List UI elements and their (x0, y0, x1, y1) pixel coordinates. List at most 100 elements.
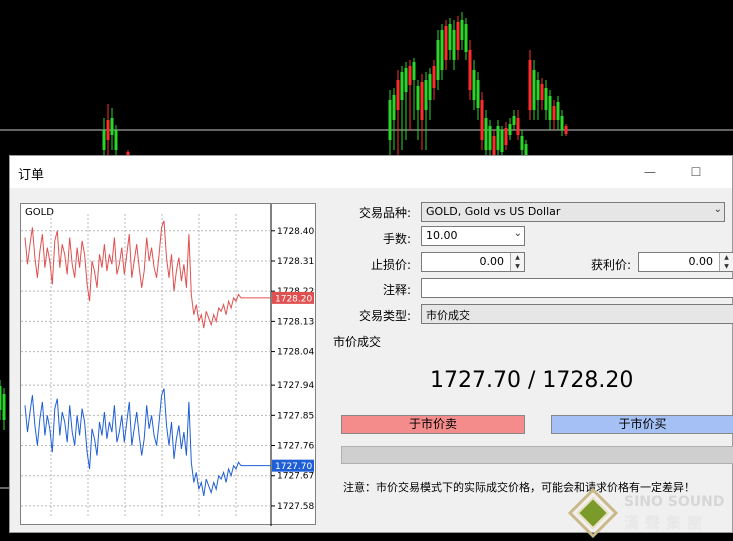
candle (0, 380, 2, 420)
comment-label: 注释: (382, 283, 411, 297)
candle (106, 104, 110, 160)
chevron-down-icon: ⌄ (713, 204, 722, 215)
market-execution-title: 市价成交 (333, 335, 382, 349)
order-type-dropdown[interactable]: 市价成交 (421, 304, 733, 324)
candle (444, 20, 448, 70)
ask-price: 1728.20 (542, 368, 634, 393)
stop-loss-value: 0.00 (479, 255, 505, 268)
title-bar: 订单 — ☐ (10, 156, 732, 188)
stop-loss-field[interactable]: 0.00 ▲ ▼ (421, 252, 525, 272)
price-display: 1727.70 / 1728.20 (430, 368, 633, 393)
sell-by-market-button[interactable]: 于市价卖 (341, 415, 525, 434)
diamond-logo-icon (568, 488, 618, 538)
ask-price-marker: 1728.20 (241, 291, 314, 304)
symbol-value: GOLD, Gold vs US Dollar (426, 205, 561, 218)
chevron-down-icon: ⌄ (513, 228, 522, 239)
take-profit-field[interactable]: 0.00 ▲ ▼ (638, 252, 733, 272)
tick-label: 1728.13 (277, 317, 314, 327)
price-marker-label: 1727.70 (275, 462, 312, 472)
candle (532, 60, 536, 120)
symbol-dropdown[interactable]: GOLD, Gold vs US Dollar ⌄ (421, 202, 725, 222)
candle (564, 124, 568, 136)
buy-by-market-button[interactable]: 于市价买 (551, 415, 733, 434)
candle (556, 96, 560, 130)
candle (436, 30, 440, 90)
candle (456, 16, 460, 60)
tick-label: 1727.76 (277, 442, 314, 452)
candle (440, 24, 444, 80)
candle (472, 60, 476, 110)
tick-label: 1728.31 (277, 257, 314, 267)
candle (548, 90, 552, 130)
bid-series-line (24, 388, 242, 496)
minimize-icon[interactable]: — (640, 162, 660, 182)
symbol-label: 交易品种: (358, 206, 411, 220)
order-type-value: 市价成交 (426, 309, 470, 322)
order-dialog: 订单 — ☐ GOLD 1728.401728.311728.221728.13… (9, 155, 733, 533)
watermark-text-cn: 漢聲集團 (624, 514, 709, 532)
candle (504, 122, 508, 150)
ask-series-line (24, 220, 242, 329)
candle (392, 88, 396, 150)
candle (432, 60, 436, 100)
candle (448, 18, 452, 60)
candle (110, 108, 114, 150)
volume-field[interactable]: 10.00 ⌄ (421, 226, 525, 246)
candle (400, 66, 404, 150)
spinner-icon[interactable]: ▲ ▼ (719, 253, 733, 271)
candle (540, 78, 544, 110)
bid-price-marker: 1727.70 (241, 459, 314, 472)
candle (460, 12, 464, 50)
candle (476, 72, 480, 120)
candle (452, 20, 456, 70)
candle (396, 70, 400, 160)
watermark-text: SINO SOUND (624, 494, 725, 510)
candle (480, 92, 484, 150)
candle (508, 118, 512, 140)
price-marker-label: 1728.20 (275, 294, 312, 304)
spinner-icon[interactable]: ▲ ▼ (510, 253, 524, 271)
price-separator: / (520, 368, 543, 393)
candle (516, 110, 520, 140)
tick-series (24, 220, 242, 496)
candle (552, 100, 556, 130)
candle (496, 120, 500, 160)
order-type-label: 交易类型: (358, 309, 411, 323)
candle (560, 110, 564, 136)
tick-label: 1727.94 (277, 381, 314, 391)
candle (484, 110, 488, 160)
candle (388, 90, 392, 160)
candle (464, 18, 468, 60)
volume-label: 手数: (382, 232, 411, 246)
candle (468, 40, 472, 100)
tick-label: 1727.85 (277, 411, 314, 421)
candle (528, 50, 532, 120)
stop-loss-label: 止损价: (370, 258, 411, 272)
tick-label: 1728.40 (277, 227, 314, 237)
watermark-logo: SINO SOUND 漢聲集團 (566, 484, 733, 541)
candle (488, 120, 492, 160)
candle (420, 74, 424, 150)
maximize-icon[interactable]: ☐ (686, 162, 706, 182)
take-profit-value: 0.00 (688, 255, 714, 268)
candle (512, 110, 516, 130)
candle (428, 68, 432, 120)
candle (404, 62, 408, 140)
candle (536, 72, 540, 120)
window-title: 订单 (18, 168, 45, 183)
volume-value: 10.00 (426, 229, 458, 242)
candle (2, 388, 6, 430)
candle (416, 80, 420, 140)
comment-field[interactable] (421, 278, 733, 298)
candle (408, 60, 412, 130)
status-bar (341, 446, 733, 464)
tick-label: 1727.67 (277, 472, 314, 482)
take-profit-label: 获利价: (590, 258, 631, 272)
bid-price: 1727.70 (430, 368, 521, 393)
candle (544, 80, 548, 120)
candle (412, 58, 416, 120)
candle (424, 72, 428, 150)
candle (102, 118, 106, 160)
tick-label: 1727.58 (277, 502, 314, 512)
tick-label: 1728.04 (277, 348, 314, 358)
